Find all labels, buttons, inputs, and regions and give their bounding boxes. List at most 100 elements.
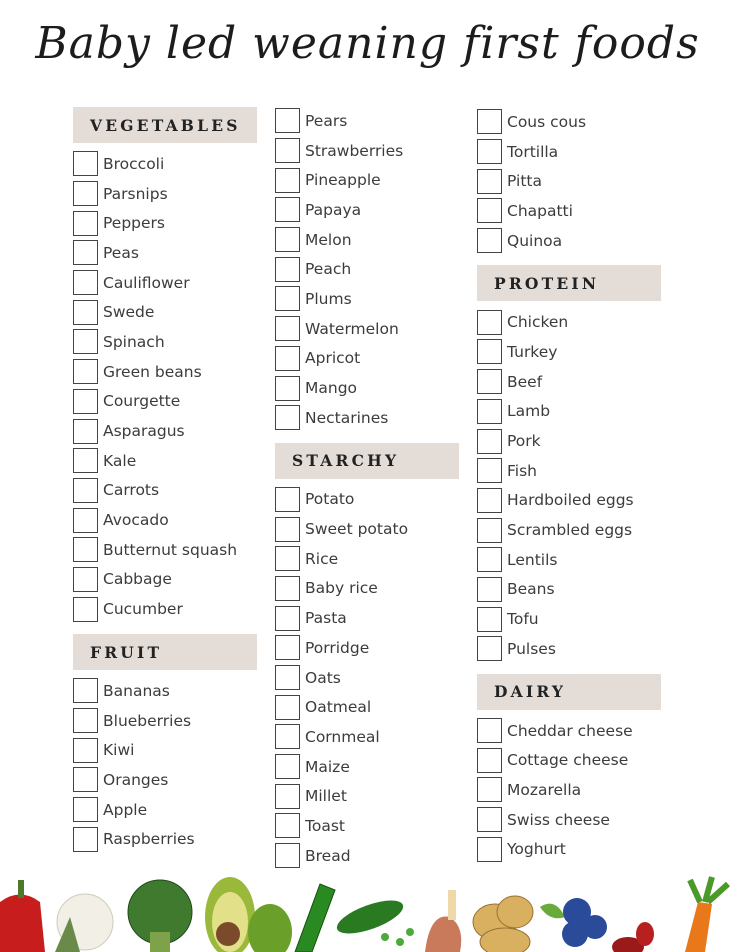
checkbox[interactable]	[275, 316, 300, 342]
checklist-item[interactable]: Pitta	[477, 166, 661, 196]
checklist-item[interactable]: Pulses	[477, 634, 661, 664]
checkbox[interactable]	[477, 487, 502, 513]
checkbox[interactable]	[477, 398, 502, 424]
checklist-item[interactable]: Cucumber	[73, 594, 257, 624]
checkbox[interactable]	[73, 737, 98, 763]
checkbox[interactable]	[73, 708, 98, 734]
checkbox[interactable]	[477, 836, 502, 862]
checkbox[interactable]	[73, 448, 98, 474]
checkbox[interactable]	[275, 227, 300, 253]
checkbox[interactable]	[477, 807, 502, 833]
checkbox[interactable]	[73, 678, 98, 704]
checkbox[interactable]	[275, 405, 300, 431]
checklist-item[interactable]: Mango	[275, 373, 459, 403]
checkbox[interactable]	[275, 575, 300, 601]
checklist-item[interactable]: Spinach	[73, 327, 257, 357]
checklist-item[interactable]: Courgette	[73, 387, 257, 417]
checklist-item[interactable]: Peach	[275, 254, 459, 284]
checkbox[interactable]	[275, 546, 300, 572]
checklist-item[interactable]: Cabbage	[73, 565, 257, 595]
checklist-item[interactable]: Porridge	[275, 633, 459, 663]
checkbox[interactable]	[275, 286, 300, 312]
checklist-item[interactable]: Oatmeal	[275, 692, 459, 722]
checklist-item[interactable]: Broccoli	[73, 149, 257, 179]
checkbox[interactable]	[275, 843, 300, 869]
checkbox[interactable]	[275, 694, 300, 720]
checkbox[interactable]	[477, 369, 502, 395]
checklist-item[interactable]: Maize	[275, 752, 459, 782]
checklist-item[interactable]: Kiwi	[73, 735, 257, 765]
checkbox[interactable]	[477, 109, 502, 135]
checklist-item[interactable]: Sweet potato	[275, 514, 459, 544]
checklist-item[interactable]: Fish	[477, 456, 661, 486]
checklist-item[interactable]: Turkey	[477, 337, 661, 367]
checklist-item[interactable]: Raspberries	[73, 824, 257, 854]
checkbox[interactable]	[73, 507, 98, 533]
checklist-item[interactable]: Plums	[275, 284, 459, 314]
checkbox[interactable]	[73, 596, 98, 622]
checkbox[interactable]	[275, 138, 300, 164]
checklist-item[interactable]: Lentils	[477, 545, 661, 575]
checkbox[interactable]	[73, 240, 98, 266]
checkbox[interactable]	[73, 767, 98, 793]
checkbox[interactable]	[275, 197, 300, 223]
checkbox[interactable]	[73, 388, 98, 414]
checkbox[interactable]	[275, 724, 300, 750]
checkbox[interactable]	[275, 486, 300, 512]
checklist-item[interactable]: Swiss cheese	[477, 805, 661, 835]
checklist-item[interactable]: Avocado	[73, 505, 257, 535]
checklist-item[interactable]: Rice	[275, 544, 459, 574]
checklist-item[interactable]: Cheddar cheese	[477, 716, 661, 746]
checkbox[interactable]	[73, 151, 98, 177]
checkbox[interactable]	[275, 605, 300, 631]
checkbox[interactable]	[275, 754, 300, 780]
checklist-item[interactable]: Cous cous	[477, 107, 661, 137]
checklist-item[interactable]: Oranges	[73, 765, 257, 795]
checklist-item[interactable]: Bananas	[73, 676, 257, 706]
checkbox[interactable]	[275, 783, 300, 809]
checkbox[interactable]	[477, 777, 502, 803]
checkbox[interactable]	[73, 359, 98, 385]
checkbox[interactable]	[73, 797, 98, 823]
checklist-item[interactable]: Nectarines	[275, 403, 459, 433]
checklist-item[interactable]: Butternut squash	[73, 535, 257, 565]
checkbox[interactable]	[477, 228, 502, 254]
checklist-item[interactable]: Potato	[275, 485, 459, 515]
checklist-item[interactable]: Lamb	[477, 397, 661, 427]
checkbox[interactable]	[275, 665, 300, 691]
checklist-item[interactable]: Hardboiled eggs	[477, 486, 661, 516]
checklist-item[interactable]: Cauliflower	[73, 268, 257, 298]
checklist-item[interactable]: Pineapple	[275, 165, 459, 195]
checkbox[interactable]	[73, 329, 98, 355]
checkbox[interactable]	[477, 458, 502, 484]
checklist-item[interactable]: Apple	[73, 795, 257, 825]
checkbox[interactable]	[477, 636, 502, 662]
checklist-item[interactable]: Baby rice	[275, 574, 459, 604]
checkbox[interactable]	[73, 566, 98, 592]
checkbox[interactable]	[73, 181, 98, 207]
checklist-item[interactable]: Peppers	[73, 208, 257, 238]
checklist-item[interactable]: Mozarella	[477, 775, 661, 805]
checklist-item[interactable]: Yoghurt	[477, 834, 661, 864]
checkbox[interactable]	[477, 168, 502, 194]
checklist-item[interactable]: Chapatti	[477, 196, 661, 226]
checkbox[interactable]	[477, 139, 502, 165]
checkbox[interactable]	[73, 537, 98, 563]
checkbox[interactable]	[275, 516, 300, 542]
checklist-item[interactable]: Pasta	[275, 603, 459, 633]
checkbox[interactable]	[73, 477, 98, 503]
checklist-item[interactable]: Peas	[73, 238, 257, 268]
checkbox[interactable]	[477, 517, 502, 543]
checkbox[interactable]	[275, 345, 300, 371]
checklist-item[interactable]: Tofu	[477, 604, 661, 634]
checkbox[interactable]	[477, 718, 502, 744]
checkbox[interactable]	[477, 198, 502, 224]
checkbox[interactable]	[477, 747, 502, 773]
checklist-item[interactable]: Pork	[477, 426, 661, 456]
checklist-item[interactable]: Apricot	[275, 344, 459, 374]
checkbox[interactable]	[275, 813, 300, 839]
checklist-item[interactable]: Quinoa	[477, 226, 661, 256]
checkbox[interactable]	[477, 339, 502, 365]
checkbox[interactable]	[477, 547, 502, 573]
checklist-item[interactable]: Pears	[275, 106, 459, 136]
